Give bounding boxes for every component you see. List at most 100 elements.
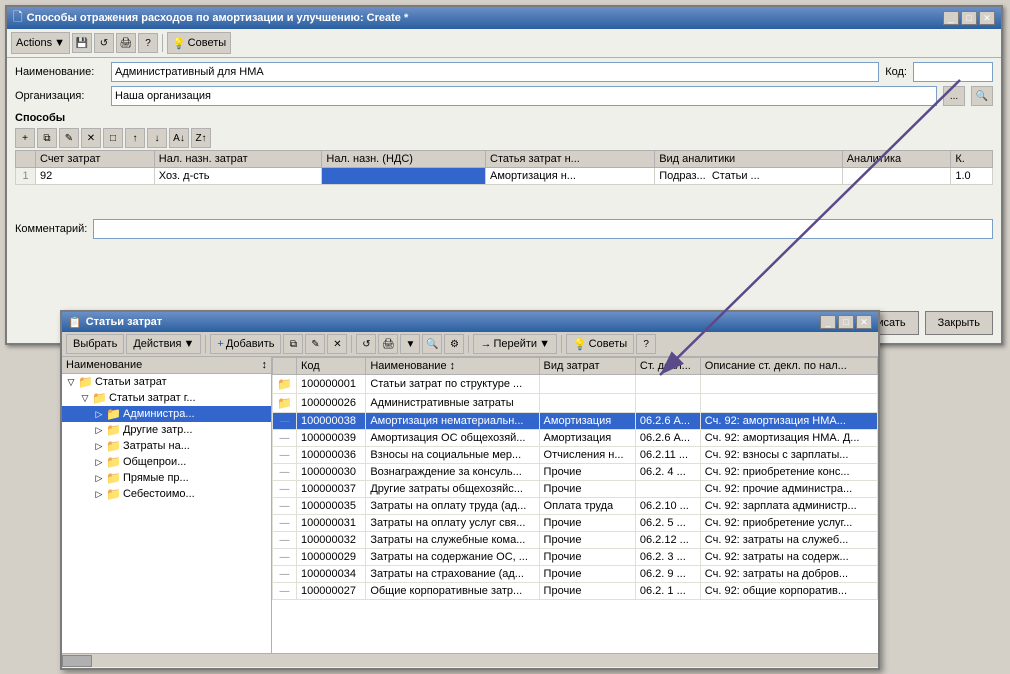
col-account[interactable]: Счет затрат <box>36 151 155 168</box>
row-name[interactable]: Затраты на страхование (ад... <box>366 566 539 583</box>
sub-maximize-button[interactable]: □ <box>838 315 854 329</box>
col-decl-header[interactable]: Ст. декл... <box>635 358 700 375</box>
row-tax-purpose[interactable]: Хоз. д-сть <box>154 168 322 185</box>
row-decl[interactable]: 06.2. 4 ... <box>635 464 700 481</box>
org-input[interactable] <box>111 86 937 106</box>
col-type-header[interactable]: Вид затрат <box>539 358 635 375</box>
col-code-header[interactable]: Код <box>296 358 365 375</box>
col-name-header[interactable]: Наименование ↕ <box>366 358 539 375</box>
toolbar-save-icon[interactable]: 💾 <box>72 33 92 53</box>
row-type[interactable]: Прочие <box>539 464 635 481</box>
org-select-button[interactable]: ... <box>943 86 965 106</box>
sub-delete-button[interactable]: ✕ <box>327 334 347 354</box>
row-code[interactable]: 100000030 <box>296 464 365 481</box>
row-decl[interactable] <box>635 481 700 498</box>
row-code[interactable]: 100000036 <box>296 447 365 464</box>
sort-az-button[interactable]: A↓ <box>169 128 189 148</box>
row-decl[interactable] <box>635 394 700 413</box>
sub-search-button[interactable]: 🔍 <box>422 334 442 354</box>
row-type[interactable]: Прочие <box>539 481 635 498</box>
row-type[interactable] <box>539 375 635 394</box>
row-analytics[interactable] <box>842 168 951 185</box>
goto-button[interactable]: → Перейти ▼ <box>473 334 556 354</box>
add-button[interactable]: + Добавить <box>210 334 281 354</box>
row-decl[interactable]: 06.2. 9 ... <box>635 566 700 583</box>
comment-input[interactable] <box>93 219 993 239</box>
name-input[interactable] <box>111 62 879 82</box>
row-type[interactable]: Прочие <box>539 549 635 566</box>
row-desc[interactable]: Сч. 92: приобретение услуг... <box>700 515 877 532</box>
row-name[interactable]: Общие корпоративные затр... <box>366 583 539 600</box>
row-code[interactable]: 100000031 <box>296 515 365 532</box>
col-cost-article[interactable]: Статья затрат н... <box>486 151 655 168</box>
row-type[interactable]: Амортизация <box>539 430 635 447</box>
row-desc[interactable] <box>700 394 877 413</box>
row-type[interactable] <box>539 394 635 413</box>
col-analytics[interactable]: Аналитика <box>842 151 951 168</box>
row-type[interactable]: Прочие <box>539 566 635 583</box>
row-name[interactable]: Статьи затрат по структуре ... <box>366 375 539 394</box>
row-code[interactable]: 100000029 <box>296 549 365 566</box>
row-account[interactable]: 92 <box>36 168 155 185</box>
row-desc[interactable]: Сч. 92: амортизация НМА. Д... <box>700 430 877 447</box>
row-desc[interactable]: Сч. 92: зарплата администр... <box>700 498 877 515</box>
copy-row-button[interactable]: ⧉ <box>37 128 57 148</box>
sub-советы-button[interactable]: 💡 Советы <box>566 334 634 354</box>
actions-button[interactable]: Actions ▼ <box>11 32 70 54</box>
sub-minimize-button[interactable]: _ <box>820 315 836 329</box>
row-name[interactable]: Административные затраты <box>366 394 539 413</box>
sub-filter-button[interactable]: ▼ <box>400 334 420 354</box>
scrollbar-thumb[interactable] <box>62 655 92 667</box>
maximize-button[interactable]: □ <box>961 11 977 25</box>
row-name[interactable]: Затраты на служебные кома... <box>366 532 539 549</box>
col-k[interactable]: К. <box>951 151 993 168</box>
row-desc[interactable]: Сч. 92: приобретение конс... <box>700 464 877 481</box>
toolbar-help-icon[interactable]: ? <box>138 33 158 53</box>
copy-button[interactable]: ⧉ <box>283 334 303 354</box>
toolbar-print-icon[interactable]: 🖨 <box>116 33 136 53</box>
row-name[interactable]: Вознаграждение за консуль... <box>366 464 539 481</box>
tree-item-zatrat[interactable]: ▷ 📁 Затраты на... <box>62 438 271 454</box>
row-decl[interactable]: 06.2.6 А... <box>635 430 700 447</box>
sort-za-button[interactable]: Z↑ <box>191 128 211 148</box>
row-type[interactable]: Прочие <box>539 515 635 532</box>
row-type[interactable]: Амортизация <box>539 413 635 430</box>
row-code[interactable]: 100000034 <box>296 566 365 583</box>
tree-item-admin[interactable]: ▷ 📁 Администра... <box>62 406 271 422</box>
row-name[interactable]: Амортизация ОС общехозяй... <box>366 430 539 447</box>
col-tax-vat[interactable]: Нал. назн. (НДС) <box>322 151 486 168</box>
org-search-button[interactable]: 🔍 <box>971 86 993 106</box>
row-type[interactable]: Прочие <box>539 532 635 549</box>
row-decl[interactable]: 06.2. 3 ... <box>635 549 700 566</box>
row-desc[interactable]: Сч. 92: амортизация НМА... <box>700 413 877 430</box>
row-desc[interactable]: Сч. 92: затраты на служеб... <box>700 532 877 549</box>
row-desc[interactable]: Сч. 92: прочие администра... <box>700 481 877 498</box>
toolbar-refresh-icon[interactable]: ↺ <box>94 33 114 53</box>
tree-item-1[interactable]: ▽ 📁 Статьи затрат г... <box>62 390 271 406</box>
tree-item-root[interactable]: ▽ 📁 Статьи затрат <box>62 374 271 390</box>
row-type[interactable]: Прочие <box>539 583 635 600</box>
col-tax-purpose[interactable]: Нал. назн. затрат <box>154 151 322 168</box>
tree-item-pryamye[interactable]: ▷ 📁 Прямые пр... <box>62 470 271 486</box>
edit-row-button[interactable]: ✎ <box>59 128 79 148</box>
row-code[interactable]: 100000039 <box>296 430 365 447</box>
close-button[interactable]: Закрыть <box>925 311 993 335</box>
sub-refresh-button[interactable]: ↺ <box>356 334 376 354</box>
sub-help-button[interactable]: ? <box>636 334 656 354</box>
tree-sort-icon[interactable]: ↕ <box>262 359 268 371</box>
row-desc[interactable]: Сч. 92: затраты на добров... <box>700 566 877 583</box>
row-decl[interactable]: 06.2.10 ... <box>635 498 700 515</box>
tree-item-sebestoi[interactable]: ▷ 📁 Себестоимо... <box>62 486 271 502</box>
tree-item-obshepro[interactable]: ▷ 📁 Общепрои... <box>62 454 271 470</box>
row-decl[interactable]: 06.2.12 ... <box>635 532 700 549</box>
minimize-button[interactable]: _ <box>943 11 959 25</box>
row-desc[interactable]: Сч. 92: взносы с зарплаты... <box>700 447 877 464</box>
col-analytics-type[interactable]: Вид аналитики <box>655 151 843 168</box>
row-code[interactable]: 100000035 <box>296 498 365 515</box>
group-button[interactable]: □ <box>103 128 123 148</box>
sub-edit-button[interactable]: ✎ <box>305 334 325 354</box>
row-analytics-type[interactable]: Подраз... Статьи ... <box>655 168 843 185</box>
row-decl[interactable]: 06.2.6 А... <box>635 413 700 430</box>
down-button[interactable]: ↓ <box>147 128 167 148</box>
row-code[interactable]: 100000038 <box>296 413 365 430</box>
